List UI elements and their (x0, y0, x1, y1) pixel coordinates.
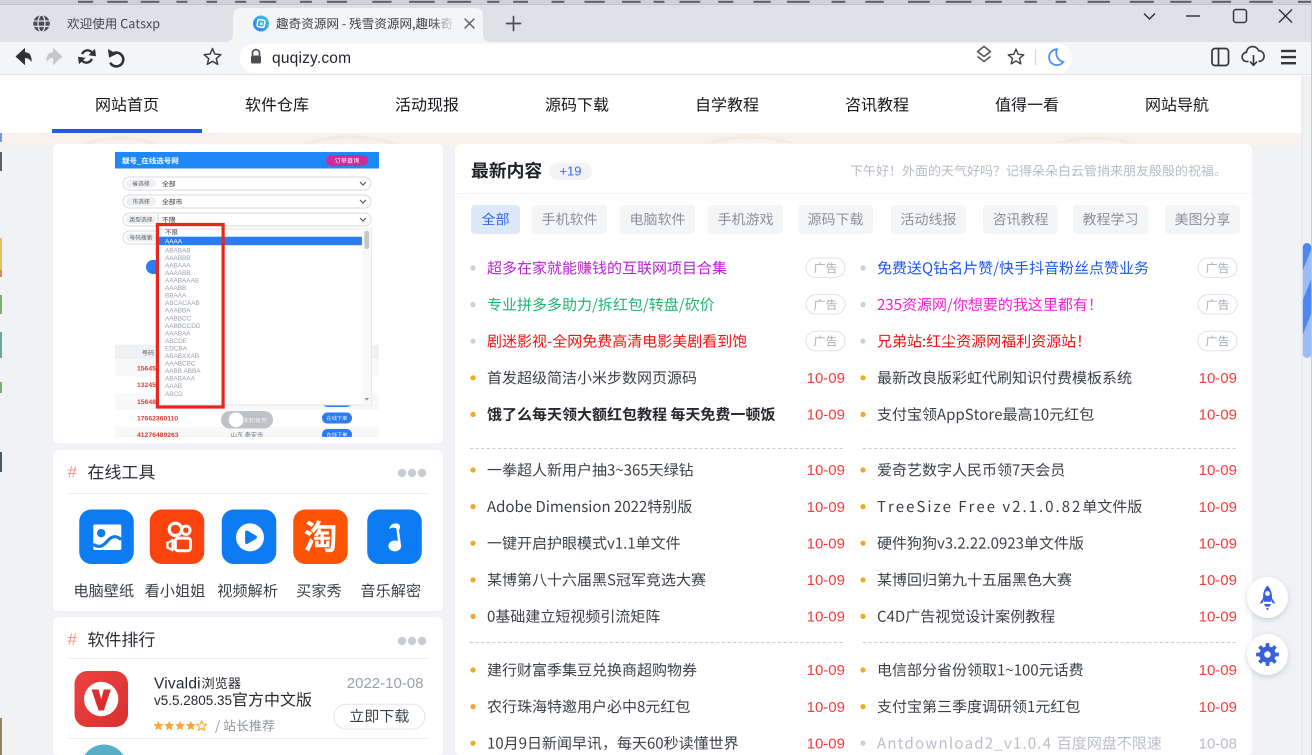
svg-text:#: # (68, 463, 78, 482)
svg-text:AAAA: AAAA (165, 238, 183, 245)
svg-text:ABABAAA: ABABAAA (165, 376, 196, 383)
svg-text:AABBCCDD: AABBCCDD (165, 323, 201, 330)
svg-text:10-09: 10-09 (807, 535, 845, 552)
svg-text:10-09: 10-09 (1199, 572, 1237, 589)
svg-text:ABCACAAB: ABCACAAB (165, 300, 200, 307)
svg-text:10-09: 10-09 (1199, 370, 1237, 387)
svg-text:AAAB: AAAB (165, 383, 182, 390)
svg-text:10-09: 10-09 (807, 572, 845, 589)
svg-text:AABAAA: AABAAA (165, 262, 191, 269)
svg-text:AAABCBC: AAABCBC (165, 361, 196, 368)
svg-text:10-09: 10-09 (1199, 662, 1237, 679)
svg-text:#: # (68, 630, 78, 649)
svg-text:AABBCC: AABBCC (165, 315, 192, 322)
svg-text:ABABXXAB: ABABXXAB (165, 353, 199, 360)
svg-text:10-09: 10-09 (1199, 499, 1237, 516)
svg-text:10-09: 10-09 (1199, 535, 1237, 552)
svg-text:10-09: 10-09 (1199, 462, 1237, 479)
svg-text:AAAABB: AAAABB (165, 270, 191, 277)
svg-text:17662360110: 17662360110 (137, 416, 178, 423)
svg-text:AAABB: AAABB (165, 285, 186, 292)
svg-text:AAABBA: AAABBA (165, 308, 191, 315)
svg-text:10-09: 10-09 (1199, 699, 1237, 716)
svg-text:2022-10-08: 2022-10-08 (347, 675, 424, 692)
svg-text:10-09: 10-09 (807, 370, 845, 387)
svg-text:Vivaldi: Vivaldi (154, 676, 201, 693)
svg-text:ABABAB: ABABAB (165, 247, 191, 254)
svg-text:10-09: 10-09 (807, 662, 845, 679)
svg-text:10-08: 10-08 (1199, 735, 1237, 752)
svg-text:ABCD: ABCD (165, 391, 183, 398)
svg-text:AABB ABBA: AABB ABBA (165, 368, 201, 375)
svg-text:10-09: 10-09 (807, 407, 845, 424)
svg-text:v5.5.2805.35: v5.5.2805.35 (154, 693, 232, 708)
svg-text:10-09: 10-09 (1199, 407, 1237, 424)
svg-text:AAABBB: AAABBB (165, 255, 191, 262)
svg-text:10-09: 10-09 (1199, 609, 1237, 626)
svg-text:10-09: 10-09 (807, 735, 845, 752)
svg-text:10-09: 10-09 (807, 609, 845, 626)
svg-text:10-09: 10-09 (807, 462, 845, 479)
svg-text:quqizy.com: quqizy.com (272, 50, 351, 67)
svg-text:EDCBA: EDCBA (165, 345, 188, 352)
svg-text:+19: +19 (559, 164, 581, 179)
svg-text:ABCDE: ABCDE (165, 338, 187, 345)
svg-text:AAABAA: AAABAA (165, 330, 191, 337)
svg-text:10-09: 10-09 (807, 499, 845, 516)
svg-text:AAABAAAB: AAABAAAB (165, 278, 199, 285)
svg-text:10-09: 10-09 (807, 699, 845, 716)
svg-text:BBAAA: BBAAA (165, 293, 187, 300)
